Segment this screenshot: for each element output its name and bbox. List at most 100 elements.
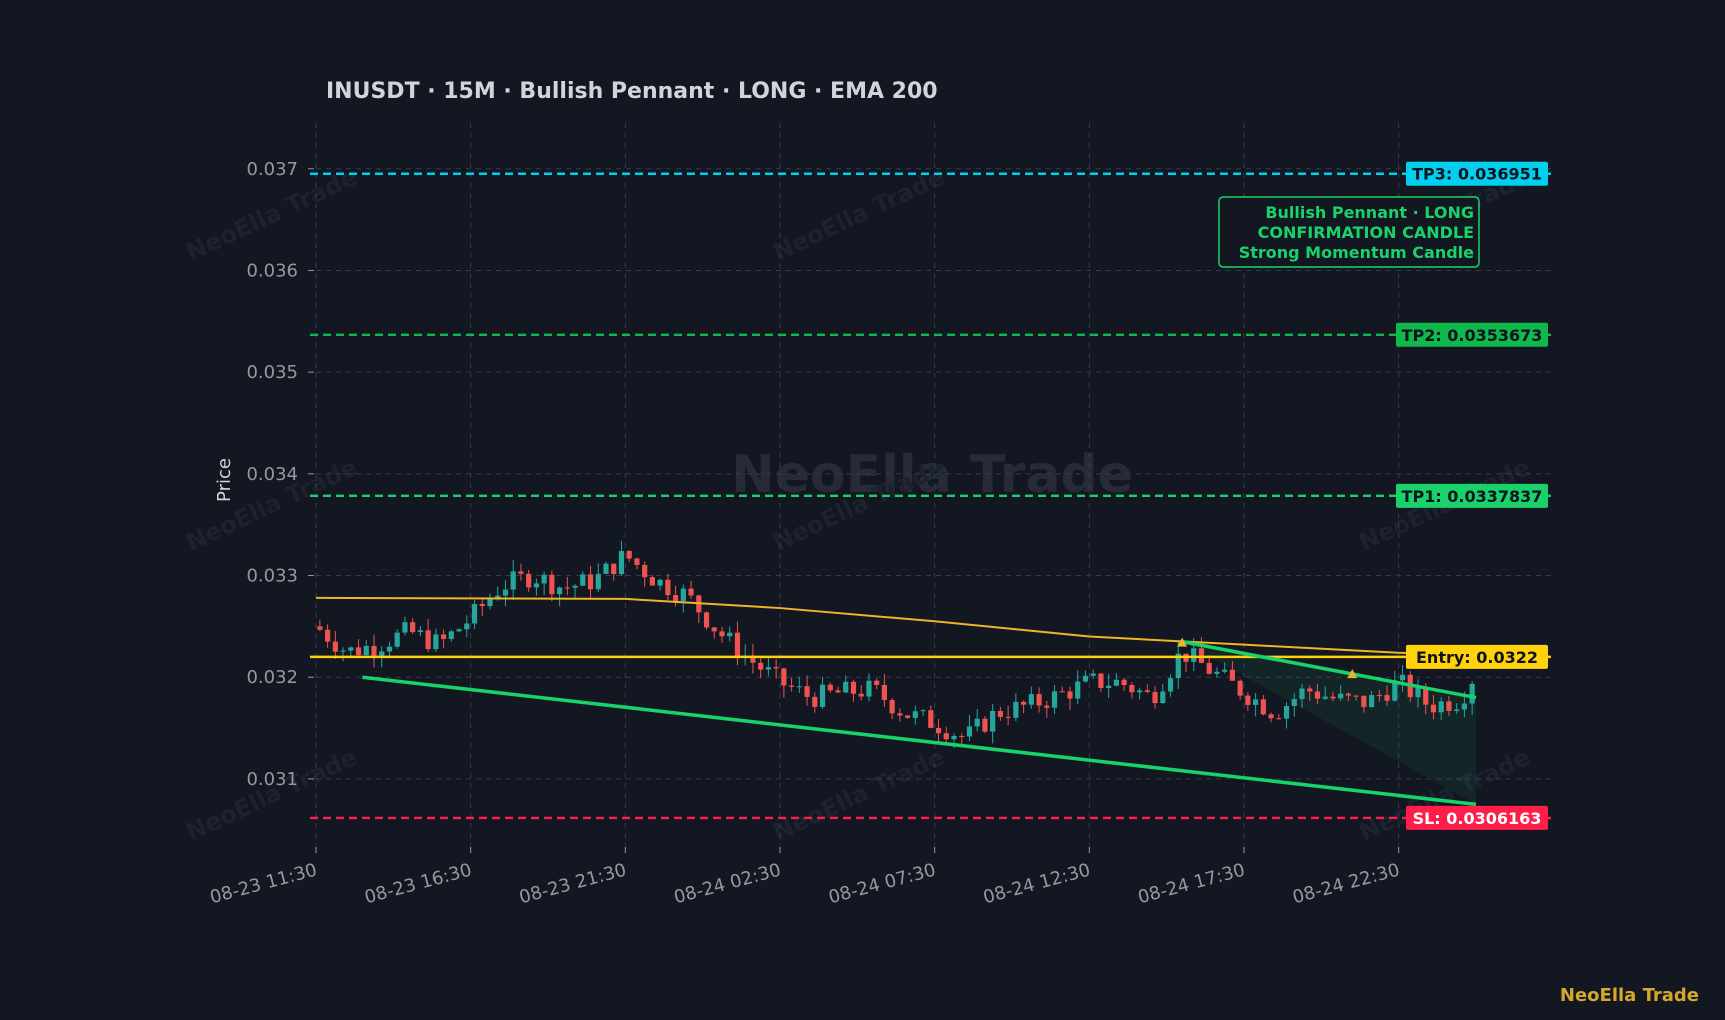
candle-body xyxy=(1438,701,1444,713)
signal-annotation: Bullish Pennant · LONGCONFIRMATION CANDL… xyxy=(1218,196,1480,268)
candle-body xyxy=(394,632,400,647)
level-label: TP3: 0.036951 xyxy=(1406,161,1548,186)
candle-body xyxy=(355,647,362,656)
candle-body xyxy=(1229,669,1235,681)
candle-body xyxy=(1198,648,1205,663)
candle-body xyxy=(402,622,408,633)
candle-body xyxy=(703,612,710,628)
candle-body xyxy=(866,680,872,697)
candle-body xyxy=(1129,685,1135,693)
candle-body xyxy=(549,574,555,595)
y-axis-label: Price xyxy=(214,458,235,502)
candle-body xyxy=(858,693,864,697)
candle-body xyxy=(332,641,338,652)
candle-body xyxy=(487,598,493,607)
brand-label: NeoElla Trade xyxy=(1559,985,1699,1006)
watermark-tile: NeoElla Trade xyxy=(769,743,949,847)
level-label: SL: 0.0306163 xyxy=(1406,805,1548,830)
candle-body xyxy=(974,718,980,727)
candle-body xyxy=(1399,674,1406,681)
candle-body xyxy=(789,685,795,687)
candle-body xyxy=(1446,701,1452,712)
candle-body xyxy=(1137,690,1143,693)
candle-body xyxy=(1028,694,1034,705)
x-tick-label: 08-23 11:30 xyxy=(208,860,320,909)
candle-body xyxy=(827,684,833,691)
candle-body xyxy=(1384,695,1390,701)
candle-body xyxy=(456,629,462,632)
candle-body xyxy=(464,623,470,630)
candle-body xyxy=(1051,691,1058,708)
candle-body xyxy=(642,564,648,578)
candle-body xyxy=(533,583,539,588)
x-tick-label: 08-23 21:30 xyxy=(517,860,629,909)
candle-body xyxy=(1005,716,1011,718)
candle-body xyxy=(657,579,663,586)
level-label-text: TP1: 0.0337837 xyxy=(1402,487,1543,506)
x-tick-label: 08-24 12:30 xyxy=(981,860,1093,909)
candle-body xyxy=(997,710,1003,717)
y-tick-label: 0.037 xyxy=(246,159,298,180)
candle-body xyxy=(441,634,447,640)
candle-body xyxy=(386,646,393,652)
candle-body xyxy=(1415,687,1421,698)
candle-body xyxy=(1044,705,1050,708)
candle-body xyxy=(1222,669,1228,672)
candle-body xyxy=(935,727,942,734)
candle-body xyxy=(1121,679,1127,686)
candle-body xyxy=(611,563,617,575)
candle-body xyxy=(835,690,841,693)
candle-body xyxy=(634,558,640,565)
y-tick-label: 0.033 xyxy=(246,566,298,587)
candle-body xyxy=(564,587,570,589)
candle-body xyxy=(1283,705,1290,719)
candle-body xyxy=(796,686,802,688)
candle-body xyxy=(1090,673,1096,676)
candle-body xyxy=(912,711,918,718)
candle-body xyxy=(1276,718,1282,720)
level-label-text: TP3: 0.036951 xyxy=(1412,165,1542,184)
candle-body xyxy=(1291,699,1297,706)
candle-body xyxy=(812,696,818,707)
candle-body xyxy=(1454,709,1460,712)
candle-body xyxy=(410,622,416,633)
candle-body xyxy=(959,735,965,737)
x-tick-label: 08-23 16:30 xyxy=(362,860,474,909)
candle-body xyxy=(1369,695,1375,708)
y-tick-label: 0.034 xyxy=(246,464,298,485)
candle-body xyxy=(1338,693,1344,699)
candle-body xyxy=(526,573,532,588)
y-tick-label: 0.032 xyxy=(246,667,298,688)
candle-body xyxy=(758,662,764,670)
candle-body xyxy=(618,550,625,575)
annotation-line: Strong Momentum Candle xyxy=(1239,243,1474,262)
level-label-text: TP2: 0.0353673 xyxy=(1402,326,1543,345)
annotation-line: CONFIRMATION CANDLE xyxy=(1258,223,1474,242)
x-tick-label: 08-24 22:30 xyxy=(1290,860,1402,909)
watermark-tile: NeoElla Trade xyxy=(769,163,949,267)
watermark-tile: NeoElla Trade xyxy=(182,743,362,847)
candle-body xyxy=(1345,693,1351,696)
candle-body xyxy=(626,550,632,559)
candle-body xyxy=(1098,673,1104,689)
candle-body xyxy=(1376,695,1382,697)
chart-title: INUSDT · 15M · Bullish Pennant · LONG · … xyxy=(326,79,938,104)
candle-body xyxy=(1036,694,1042,706)
candle-body xyxy=(1423,687,1429,705)
candle-body xyxy=(1059,691,1065,693)
candle-body xyxy=(905,715,911,718)
candle-body xyxy=(471,603,478,624)
candle-body xyxy=(1144,690,1150,693)
candle-body xyxy=(1106,685,1112,689)
candle-body xyxy=(719,631,725,637)
candle-body xyxy=(1113,679,1119,686)
candle-body xyxy=(1167,678,1174,692)
candle-body xyxy=(502,589,509,596)
candle-body xyxy=(348,647,354,651)
candle-body xyxy=(727,632,733,637)
candle-body xyxy=(587,574,594,590)
candle-body xyxy=(479,603,485,607)
candle-body xyxy=(966,726,973,737)
candle-body xyxy=(889,700,895,714)
candle-body xyxy=(433,634,439,650)
